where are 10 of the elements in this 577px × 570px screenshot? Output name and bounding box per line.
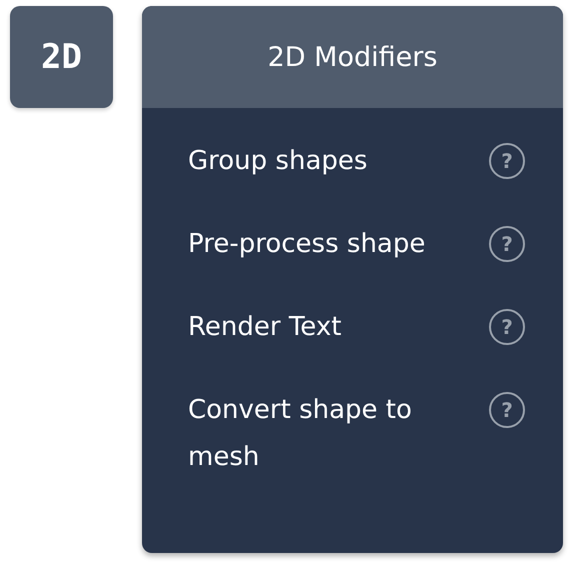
panel-title: 2D Modifiers <box>268 42 438 72</box>
help-icon[interactable]: ? <box>489 226 525 262</box>
help-icon[interactable]: ? <box>489 392 525 428</box>
menu-item[interactable]: Group shapes <box>188 138 368 185</box>
menu-item[interactable]: Render Text <box>188 304 342 351</box>
menu-item[interactable]: Pre-process shape <box>188 221 426 268</box>
help-icon[interactable]: ? <box>489 143 525 179</box>
mode-button[interactable]: 2D <box>10 6 113 108</box>
menu-item[interactable]: Convert shape to mesh <box>188 387 469 481</box>
help-icon[interactable]: ? <box>489 309 525 345</box>
